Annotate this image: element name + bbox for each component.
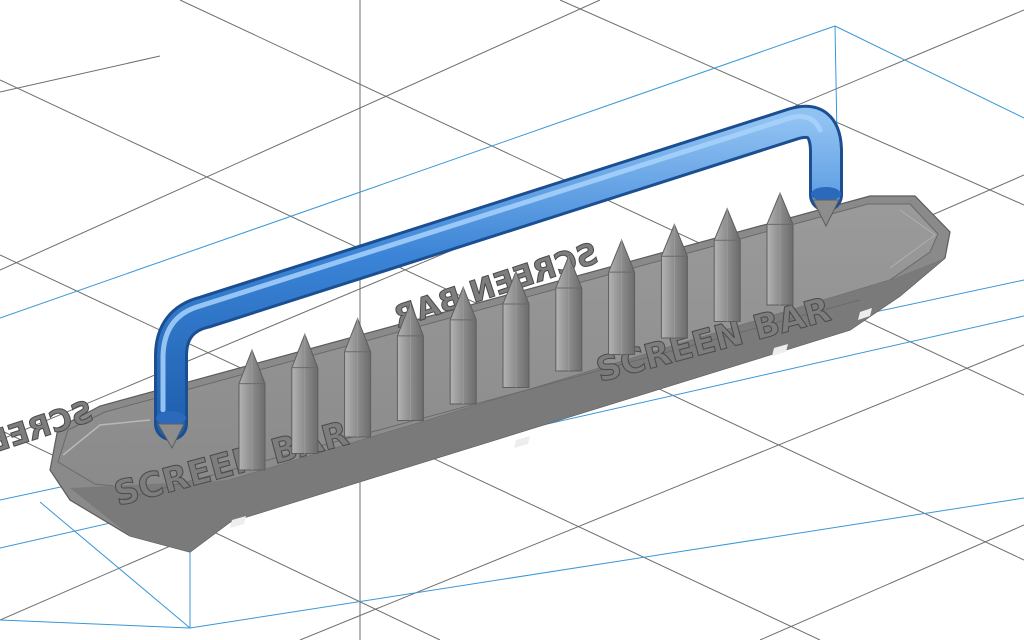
spike	[660, 223, 688, 339]
spike	[766, 191, 794, 306]
spike	[608, 238, 636, 355]
3d-viewport[interactable]: SCREEN BAR SCREEN BAR SCREEN BAR SCREEN …	[0, 0, 1024, 640]
scene-canvas[interactable]: SCREEN BAR SCREEN BAR SCREEN BAR SCREEN …	[0, 0, 1024, 640]
spike	[713, 207, 741, 322]
